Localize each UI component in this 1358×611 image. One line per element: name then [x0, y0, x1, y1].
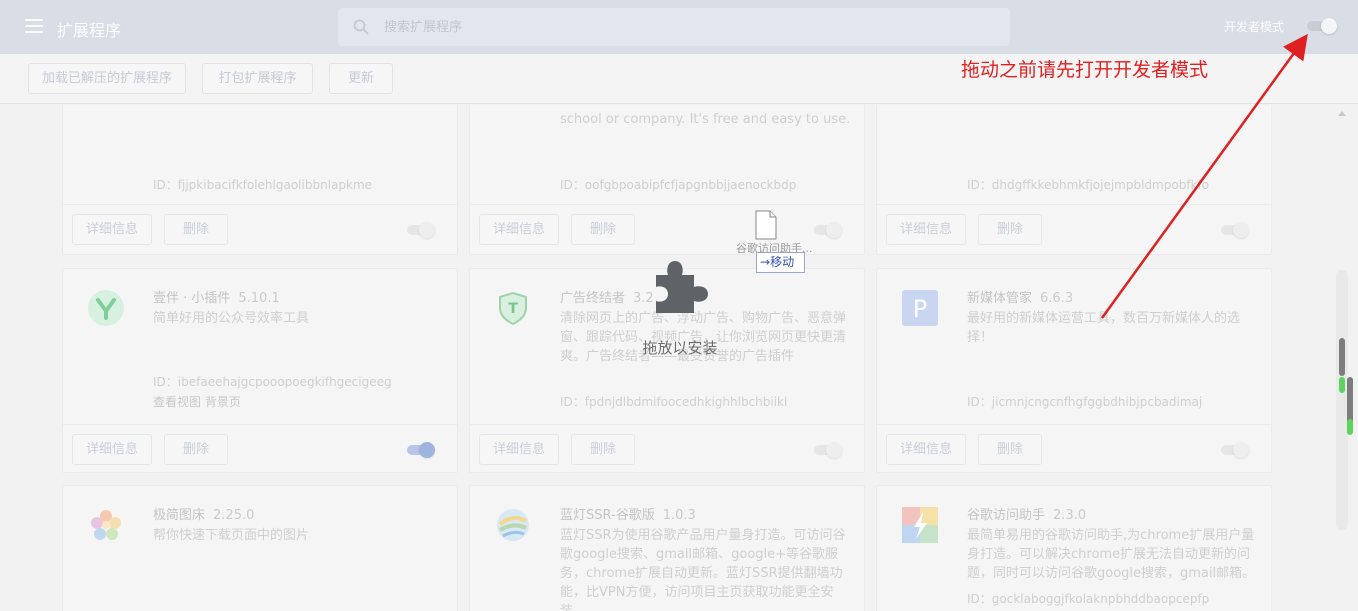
scroll-indicator-green: [1339, 377, 1345, 393]
app-header: 扩展程序 开发者模式: [0, 0, 1358, 54]
enable-toggle[interactable]: [812, 222, 844, 238]
enable-toggle[interactable]: [1219, 442, 1251, 458]
extension-card-yiban: 壹伴 · 小插件 5.10.1 简单好用的公众号效率工具 ID：ibefaeeha…: [62, 268, 458, 473]
remove-button[interactable]: 删除: [571, 214, 635, 245]
scrollbar[interactable]: [1334, 105, 1353, 530]
ssr-icon: [497, 509, 529, 541]
remove-button[interactable]: 删除: [164, 434, 228, 465]
extension-id: ID：dhdgffkkebhmkfjojejmpbldmpobfkfo: [967, 178, 1210, 192]
card-footer: 详细信息 删除: [877, 204, 1271, 254]
details-button[interactable]: 详细信息: [72, 434, 152, 465]
extension-description: school or company. It's free and easy to…: [560, 112, 851, 127]
extension-card: school or company. It's free and easy to…: [469, 105, 865, 255]
scroll-indicator: [1347, 377, 1353, 425]
drop-label: 拖放以安装: [642, 339, 718, 357]
google-helper-icon: [902, 507, 938, 543]
details-button[interactable]: 详细信息: [479, 434, 559, 465]
drop-zone[interactable]: 拖放以安装: [620, 255, 740, 365]
card-footer: 详细信息 删除: [470, 424, 864, 474]
extension-id: ID：ibefaeehajgcpooopoegkifhgecigeeg: [153, 375, 392, 389]
extension-id: ID：oofgbpoabipfcfjapgnbbjjaenockbdp: [560, 178, 797, 192]
scroll-indicator-green: [1347, 419, 1353, 435]
enable-toggle[interactable]: [1219, 222, 1251, 238]
arrow-right-icon: →: [760, 255, 771, 269]
details-button[interactable]: 详细信息: [886, 434, 966, 465]
extension-description: 蓝灯SSR为使用谷歌产品用户量身打造。可访问谷歌google搜索、gmail邮箱…: [560, 528, 846, 611]
load-unpacked-button[interactable]: 加载已解压的扩展程序: [28, 63, 186, 94]
inspect-views-link[interactable]: 查看视图 背景页: [153, 393, 241, 410]
extension-id: ID：gocklaboggjfkolaknpbhddbaopcepfp: [967, 592, 1210, 606]
search-input[interactable]: [384, 17, 984, 37]
enable-toggle[interactable]: [405, 222, 437, 238]
extension-description: 最好用的新媒体运营工具，数百万新媒体人的选择！: [967, 311, 1241, 345]
card-footer: 详细信息 删除: [877, 424, 1271, 474]
extension-card-newmedia: P 新媒体管家 6.6.3 最好用的新媒体运营工具，数百万新媒体人的选择！ ID：…: [876, 268, 1272, 473]
puzzle-icon: [656, 261, 708, 313]
page-title: 扩展程序: [57, 21, 122, 40]
extension-card-ssr: 蓝灯SSR-谷歌版 1.0.3 蓝灯SSR为使用谷歌产品用户量身打造。可访问谷歌g…: [469, 485, 865, 611]
move-tooltip: →移动: [756, 252, 805, 273]
extension-id: ID：fjjpkibacifkfolehlgaolibbnlapkme: [153, 178, 373, 192]
details-button[interactable]: 详细信息: [479, 214, 559, 245]
pack-extension-button[interactable]: 打包扩展程序: [202, 63, 313, 94]
enable-toggle[interactable]: [405, 442, 437, 458]
scroll-indicator: [1339, 338, 1345, 376]
extension-card-image: 极简图床 2.25.0 帮你快速下载页面中的图片: [62, 485, 458, 611]
details-button[interactable]: 详细信息: [72, 214, 152, 245]
dev-mode-label: 开发者模式: [1224, 20, 1285, 34]
update-button[interactable]: 更新: [329, 63, 393, 94]
extension-name: 谷歌访问助手 2.3.0: [967, 508, 1087, 523]
annotation-text: 拖动之前请先打开开发者模式: [961, 59, 1209, 81]
enable-toggle[interactable]: [812, 442, 844, 458]
extension-card: ID：dhdgffkkebhmkfjojejmpbldmpobfkfo 详细信息…: [876, 105, 1272, 255]
extension-card: ID：fjjpkibacifkfolehlgaolibbnlapkme 详细信息…: [62, 105, 458, 255]
extension-description: 帮你快速下载页面中的图片: [153, 528, 310, 543]
details-button[interactable]: 详细信息: [886, 214, 966, 245]
extension-name: 蓝灯SSR-谷歌版 1.0.3: [560, 508, 696, 523]
yiban-icon: [88, 290, 124, 326]
remove-button[interactable]: 删除: [978, 214, 1042, 245]
extension-card-google-helper: 谷歌访问助手 2.3.0 最简单易用的谷歌访问助手,为chrome扩展用户量身打造…: [876, 485, 1272, 611]
svg-text:T: T: [508, 301, 518, 317]
search-box[interactable]: [338, 8, 1010, 46]
extension-id: ID：jicmnjcngcnfhgfggbdhibjpcbadimaj: [967, 395, 1203, 409]
extension-name: 壹伴 · 小插件 5.10.1: [153, 291, 280, 306]
extension-name: 新媒体管家 6.6.3: [967, 291, 1074, 306]
extension-id: ID：fpdnjdlbdmifoocedhkighhlbchbiikl: [560, 395, 788, 409]
shield-icon: T: [499, 291, 527, 326]
file-icon: [755, 210, 777, 240]
flower-icon: [91, 510, 121, 540]
extension-description: 最简单易用的谷歌访问助手,为chrome扩展用户量身打造。可以解决chrome扩…: [967, 528, 1256, 581]
search-icon: [353, 19, 369, 35]
newmedia-icon: P: [902, 290, 938, 326]
remove-button[interactable]: 删除: [571, 434, 635, 465]
remove-button[interactable]: 删除: [978, 434, 1042, 465]
extension-name: 极简图床 2.25.0: [153, 508, 255, 523]
remove-button[interactable]: 删除: [164, 214, 228, 245]
card-footer: 详细信息 删除: [63, 204, 457, 254]
card-footer: 详细信息 删除: [63, 424, 457, 474]
extension-description: 简单好用的公众号效率工具: [153, 311, 310, 326]
svg-text:P: P: [913, 295, 927, 323]
menu-icon[interactable]: [25, 19, 43, 33]
scroll-up-arrow[interactable]: [1338, 111, 1346, 116]
dev-mode-toggle[interactable]: [1305, 18, 1337, 34]
